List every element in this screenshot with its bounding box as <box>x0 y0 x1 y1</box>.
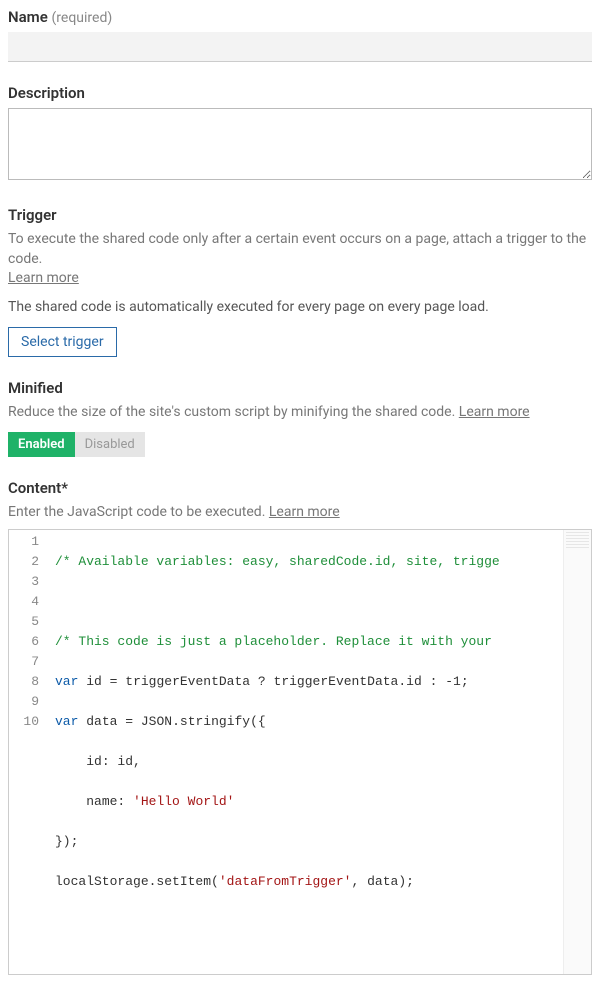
line-number: 8 <box>15 672 39 692</box>
code-id: .setItem <box>149 874 211 889</box>
content-label: Content* <box>8 479 592 497</box>
minified-toggle: Enabled Disabled <box>8 432 145 457</box>
minified-help-text: Reduce the size of the site's custom scr… <box>8 404 455 420</box>
code-comment: /* Available variables: easy, sharedCode… <box>55 554 500 569</box>
code-id: data <box>86 714 117 729</box>
name-label-text: Name <box>8 8 48 26</box>
code-string: 'Hello World' <box>133 794 234 809</box>
minified-disabled-button[interactable]: Disabled <box>75 432 145 457</box>
description-label: Description <box>8 84 592 102</box>
trigger-learn-more-link[interactable]: Learn more <box>8 270 79 286</box>
line-number: 5 <box>15 612 39 632</box>
code-id: data <box>367 874 398 889</box>
code-punct: }); <box>55 834 78 849</box>
line-number: 6 <box>15 632 39 652</box>
trigger-help: To execute the shared code only after a … <box>8 230 592 289</box>
trigger-field-group: Trigger To execute the shared code only … <box>8 206 592 357</box>
code-id: localStorage <box>55 874 149 889</box>
select-trigger-button[interactable]: Select trigger <box>8 327 117 357</box>
minified-learn-more-link[interactable]: Learn more <box>459 404 530 420</box>
code-id: id <box>86 674 102 689</box>
code-keyword: var <box>55 714 78 729</box>
trigger-help-text: To execute the shared code only after a … <box>8 231 586 267</box>
minified-enabled-button[interactable]: Enabled <box>8 432 75 457</box>
code-prop: id: id, <box>86 754 141 769</box>
line-number: 9 <box>15 692 39 712</box>
code-editor[interactable]: 1 2 3 4 5 6 7 8 9 10 /* Available variab… <box>8 529 592 975</box>
line-number: 2 <box>15 552 39 572</box>
line-number: 7 <box>15 652 39 672</box>
line-number: 3 <box>15 572 39 592</box>
name-required-hint: (required) <box>52 10 113 26</box>
description-textarea[interactable] <box>8 108 592 180</box>
name-input[interactable] <box>8 32 592 62</box>
description-field-group: Description <box>8 84 592 184</box>
code-minimap <box>563 530 591 974</box>
content-learn-more-link[interactable]: Learn more <box>269 504 340 520</box>
code-id: triggerEventData <box>125 674 250 689</box>
line-number: 10 <box>15 712 39 732</box>
minified-label: Minified <box>8 379 592 397</box>
line-number: 4 <box>15 592 39 612</box>
code-id: .id <box>398 674 421 689</box>
content-field-group: Content* Enter the JavaScript code to be… <box>8 479 592 975</box>
code-area[interactable]: /* Available variables: easy, sharedCode… <box>49 530 563 974</box>
minified-field-group: Minified Reduce the size of the site's c… <box>8 379 592 458</box>
content-help-text: Enter the JavaScript code to be executed… <box>8 504 265 520</box>
trigger-label: Trigger <box>8 206 592 224</box>
code-id: .stringify <box>172 714 250 729</box>
minified-help: Reduce the size of the site's custom scr… <box>8 403 592 423</box>
code-id: triggerEventData <box>274 674 399 689</box>
code-id: JSON <box>141 714 172 729</box>
code-string: 'dataFromTrigger' <box>219 874 352 889</box>
code-keyword: var <box>55 674 78 689</box>
name-label: Name (required) <box>8 8 592 26</box>
code-gutter: 1 2 3 4 5 6 7 8 9 10 <box>9 530 49 974</box>
trigger-subtext: The shared code is automatically execute… <box>8 299 592 315</box>
code-number: -1 <box>445 674 461 689</box>
code-prop: name: <box>86 794 125 809</box>
minimap-overview <box>566 532 589 548</box>
content-help: Enter the JavaScript code to be executed… <box>8 503 592 523</box>
code-comment: /* This code is just a placeholder. Repl… <box>55 634 492 649</box>
name-field-group: Name (required) <box>8 8 592 62</box>
line-number: 1 <box>15 532 39 552</box>
